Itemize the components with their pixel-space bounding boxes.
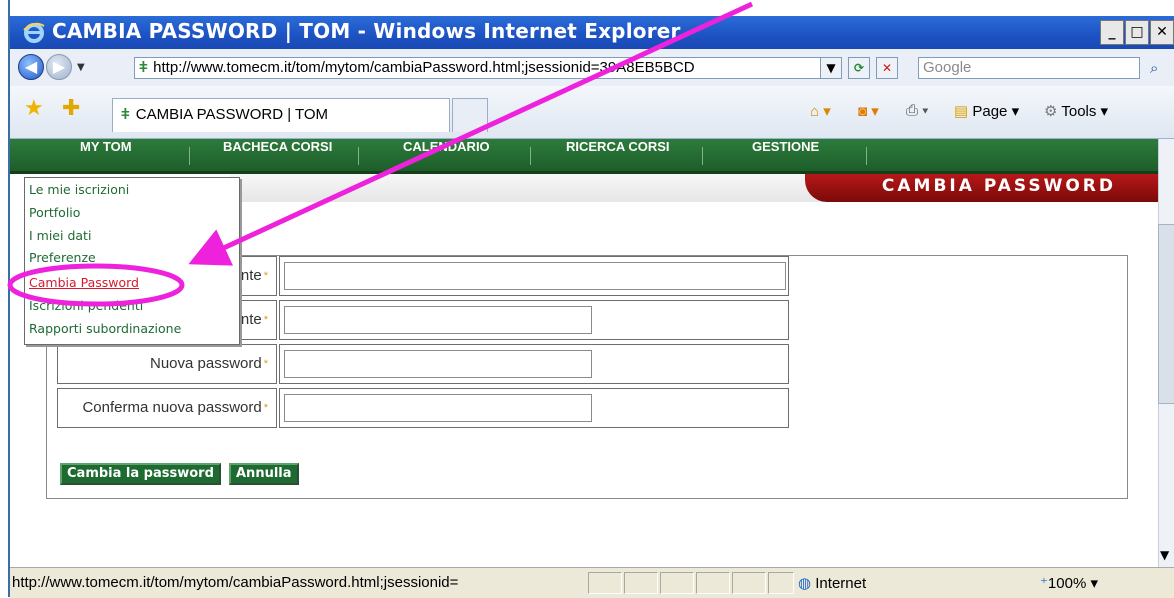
confirm-password-label: Conferma nuova password * <box>57 388 277 428</box>
dropdown-item-portfolio[interactable]: Portfolio <box>29 205 80 220</box>
tab-favicon-icon: ǂ <box>121 106 130 123</box>
confirm-password-cell <box>279 388 789 428</box>
stop-icon[interactable]: ✕ <box>876 57 898 79</box>
recent-pages-chevron-down-icon[interactable]: ▼ <box>77 62 85 73</box>
nav-separator <box>702 147 703 165</box>
status-bar: http://www.tomecm.it/tom/mytom/cambiaPas… <box>10 567 1174 598</box>
dropdown-item-preferenze[interactable]: Preferenze <box>29 250 96 265</box>
dropdown-item-rapporti-subordinazione[interactable]: Rapporti subordinazione <box>29 321 181 336</box>
nav-separator <box>866 147 867 165</box>
url-input[interactable]: ǂ http://www.tomecm.it/tom/mytom/cambiaP… <box>134 57 842 79</box>
title-bar: CAMBIA PASSWORD | TOM - Windows Internet… <box>10 16 1174 49</box>
refresh-icon[interactable]: ⟳ <box>848 57 870 79</box>
nav-separator <box>358 147 359 165</box>
required-marker: * <box>263 270 268 282</box>
cancel-button[interactable]: Annulla <box>229 463 299 485</box>
zoom-level: 100% <box>1047 575 1087 592</box>
dropdown-item-i-miei-dati[interactable]: I miei dati <box>29 228 91 243</box>
feeds-icon[interactable]: ◙ ▾ <box>858 102 879 120</box>
new-password-cell <box>279 344 789 384</box>
status-pane <box>768 572 794 594</box>
search-icon[interactable]: ⌕ <box>1150 59 1158 77</box>
url-dropdown-chevron-down-icon[interactable]: ▼ <box>820 57 842 79</box>
internet-explorer-icon <box>23 22 45 43</box>
new-password-label: Nuova password * <box>57 344 277 384</box>
status-text: http://www.tomecm.it/tom/mytom/cambiaPas… <box>12 574 459 591</box>
required-marker: * <box>263 402 268 414</box>
security-zone-label: Internet <box>815 575 867 592</box>
nav-item-ricerca-corsi[interactable]: RICERCA CORSI <box>566 139 670 171</box>
user-cell <box>279 300 789 340</box>
tab-title: CAMBIA PASSWORD | TOM <box>135 106 329 123</box>
scrollbar-thumb[interactable] <box>1158 224 1174 404</box>
confirm-password-input[interactable] <box>284 394 592 422</box>
tools-menu[interactable]: ⚙ Tools ▾ <box>1044 102 1108 120</box>
change-password-button[interactable]: Cambia la password <box>60 463 221 485</box>
required-marker: * <box>263 358 268 370</box>
status-pane <box>696 572 730 594</box>
forward-button[interactable]: ▶ <box>46 54 72 80</box>
back-button[interactable]: ◀ <box>18 54 44 80</box>
required-marker: * <box>263 314 268 326</box>
confirm-password-label-text: Conferma nuova password <box>82 399 262 416</box>
nav-separator <box>189 147 190 165</box>
nav-item-gestione[interactable]: GESTIONE <box>752 139 819 171</box>
page-icon: ▤ <box>954 103 969 120</box>
close-button[interactable]: ✕ <box>1150 20 1174 45</box>
current-password-cell <box>279 256 789 296</box>
user-input[interactable] <box>284 306 592 334</box>
status-pane <box>624 572 658 594</box>
nav-separator <box>530 147 531 165</box>
nav-item-calendario[interactable]: CALENDARIO <box>403 139 490 171</box>
address-bar: ◀ ▶ ▼ ǂ http://www.tomecm.it/tom/mytom/c… <box>10 49 1174 87</box>
dropdown-item-le-mie-iscrizioni[interactable]: Le mie iscrizioni <box>29 182 129 197</box>
globe-icon: ◍ <box>798 575 812 592</box>
minimize-button[interactable]: _ <box>1100 20 1124 45</box>
status-pane <box>660 572 694 594</box>
page-content: MY TOM BACHECA CORSI CALENDARIO RICERCA … <box>10 139 1158 567</box>
current-password-label-text: nte <box>240 267 262 284</box>
page-menu[interactable]: ▤ Page ▾ <box>954 102 1019 120</box>
print-icon[interactable]: ⎙ ▾ <box>906 102 928 119</box>
new-password-input[interactable] <box>284 350 592 378</box>
new-password-label-text: Nuova password <box>149 355 262 372</box>
zoom-icon: ⁺ <box>1040 575 1048 592</box>
security-zone[interactable]: ◍ Internet <box>798 574 866 592</box>
scroll-down-arrow-icon[interactable]: ▼ <box>1160 548 1169 562</box>
nav-item-my-tom[interactable]: MY TOM <box>80 139 132 171</box>
nav-item-bacheca-corsi[interactable]: BACHECA CORSI <box>223 139 332 171</box>
new-tab-button[interactable] <box>452 98 488 132</box>
page-menu-label: Page <box>972 103 1008 120</box>
site-nav-bar: MY TOM BACHECA CORSI CALENDARIO RICERCA … <box>10 139 1158 174</box>
add-favorites-icon[interactable]: ✚ <box>62 96 80 121</box>
dropdown-item-cambia-password[interactable]: Cambia Password <box>29 275 139 290</box>
browser-window: CAMBIA PASSWORD | TOM - Windows Internet… <box>8 0 1174 598</box>
url-text: http://www.tomecm.it/tom/mytom/cambiaPas… <box>153 59 695 76</box>
search-input[interactable]: Google <box>918 57 1140 79</box>
home-icon[interactable]: ⌂ ▾ <box>810 102 831 120</box>
current-password-input[interactable] <box>284 262 786 290</box>
tools-menu-label: Tools <box>1061 103 1097 120</box>
page-title-banner: CAMBIA PASSWORD <box>805 174 1158 202</box>
browser-tab[interactable]: ǂ CAMBIA PASSWORD | TOM <box>112 98 450 132</box>
status-pane <box>588 572 622 594</box>
zoom-control[interactable]: ⁺100% ▾ <box>1040 574 1098 592</box>
status-pane <box>732 572 766 594</box>
window-title: CAMBIA PASSWORD | TOM - Windows Internet… <box>52 19 681 43</box>
site-favicon-icon: ǂ <box>139 59 148 76</box>
command-toolbar: ★ ✚ ǂ CAMBIA PASSWORD | TOM ⌂ ▾ ◙ ▾ ⎙ ▾ ▤… <box>10 86 1174 139</box>
favorites-star-icon[interactable]: ★ <box>24 96 44 121</box>
dropdown-item-iscrizioni-pendenti[interactable]: Iscrizioni pendenti <box>29 298 143 313</box>
restore-button[interactable]: □ <box>1125 20 1149 45</box>
gear-icon: ⚙ <box>1044 103 1058 120</box>
user-label-text: nte <box>240 311 262 328</box>
my-tom-dropdown-menu: Le mie iscrizioni Portfolio I miei dati … <box>24 177 240 345</box>
page-title: CAMBIA PASSWORD <box>881 176 1116 196</box>
